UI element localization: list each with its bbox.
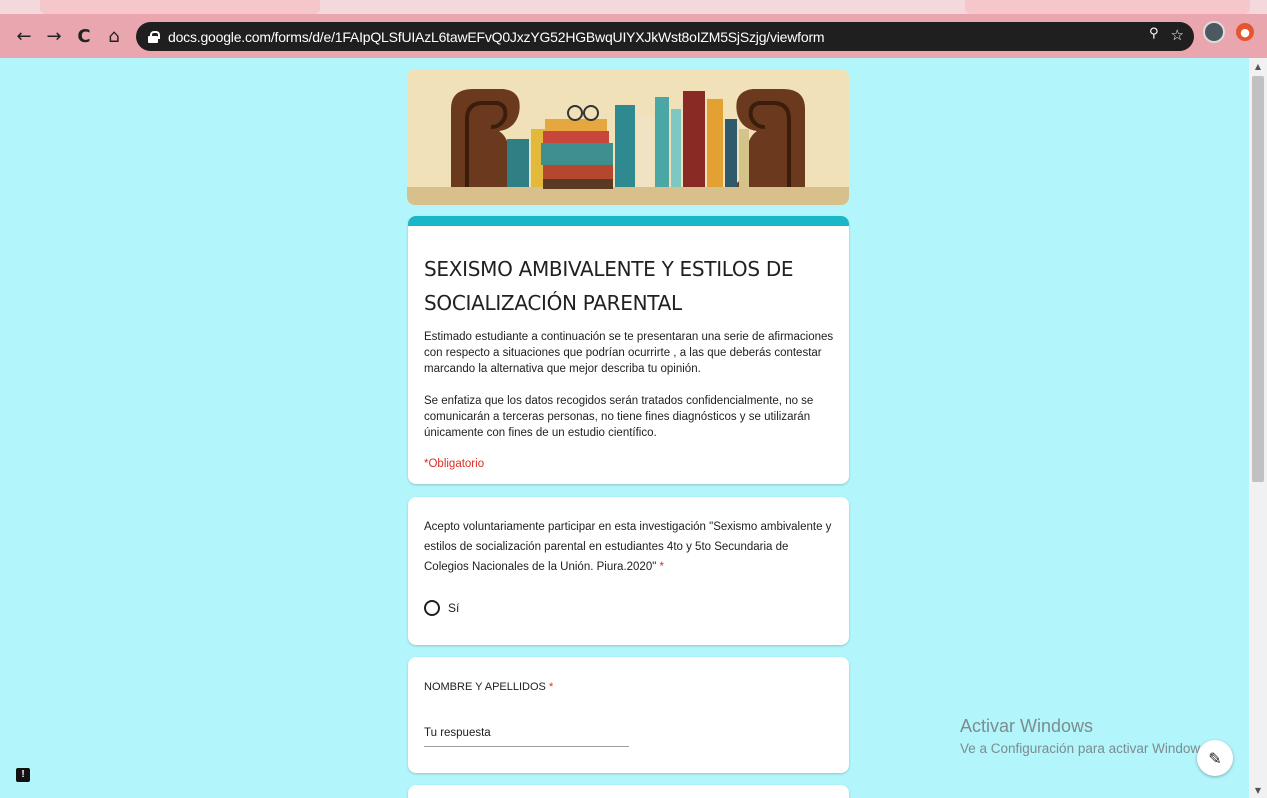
home-button[interactable]: ⌂ (100, 22, 128, 50)
form-description: Estimado estudiante a continuación se te… (424, 329, 839, 457)
zoom-icon[interactable]: ⚲ (1149, 26, 1159, 44)
question-card-consent: Acepto voluntariamente participar en est… (408, 497, 849, 645)
extension-icon[interactable]: ● (1236, 23, 1254, 41)
reload-button[interactable]: C (70, 22, 98, 50)
scroll-down-arrow-icon[interactable]: ▼ (1249, 786, 1267, 796)
scroll-up-arrow-icon[interactable]: ▲ (1249, 62, 1267, 72)
form-header-image (407, 69, 849, 205)
required-asterisk: * (548, 681, 554, 693)
form-description-paragraph: Estimado estudiante a continuación se te… (424, 331, 834, 375)
browser-tab[interactable] (40, 0, 320, 14)
question-label: NOMBRE Y APELLIDOS (424, 681, 546, 693)
required-note: *Obligatorio (424, 458, 485, 470)
radio-button-si[interactable] (424, 600, 440, 616)
browser-toolbar: ← → C ⌂ docs.google.com/forms/d/e/1FAIpQ… (0, 14, 1267, 58)
back-button[interactable]: ← (10, 22, 38, 50)
browser-tab[interactable] (965, 0, 1250, 14)
windows-activation-watermark: Activar Windows Ve a Configuración para … (960, 716, 1211, 756)
scrollbar[interactable]: ▲ ▼ (1249, 58, 1267, 798)
url-text[interactable]: docs.google.com/forms/d/e/1FAIpQLSfUIAzL… (168, 29, 825, 45)
required-asterisk: * (659, 561, 664, 573)
watermark-subtitle: Ve a Configuración para activar Windows. (960, 741, 1211, 756)
form-title: SEXISMO AMBIVALENTE Y ESTILOS DE SOCIALI… (424, 257, 794, 315)
question-text: NOMBRE Y APELLIDOS * (424, 681, 553, 693)
pencil-icon[interactable]: ✎ (1197, 740, 1233, 776)
form-title-card: SEXISMO AMBIVALENTE Y ESTILOS DE SOCIALI… (408, 216, 849, 484)
lock-icon[interactable] (148, 30, 160, 43)
tab-strip (0, 0, 1267, 14)
question-text: Acepto voluntariamente participar en est… (424, 517, 834, 577)
form-description-paragraph: Se enfatiza que los datos recogidos será… (424, 395, 814, 439)
bookmark-star-icon[interactable]: ☆ (1171, 26, 1184, 44)
extension-avatar-icon[interactable] (1203, 21, 1225, 43)
radio-label-si[interactable]: Sí (448, 601, 459, 615)
name-answer-input[interactable]: Tu respuesta (424, 727, 629, 747)
question-card-next (408, 785, 849, 798)
question-label: Acepto voluntariamente participar en est… (424, 521, 832, 573)
feedback-icon[interactable]: ! (16, 768, 30, 782)
forward-button[interactable]: → (40, 22, 68, 50)
scroll-thumb[interactable] (1252, 76, 1264, 482)
question-card-name: NOMBRE Y APELLIDOS * Tu respuesta (408, 657, 849, 773)
address-bar[interactable]: docs.google.com/forms/d/e/1FAIpQLSfUIAzL… (136, 22, 1194, 51)
watermark-title: Activar Windows (960, 716, 1094, 736)
